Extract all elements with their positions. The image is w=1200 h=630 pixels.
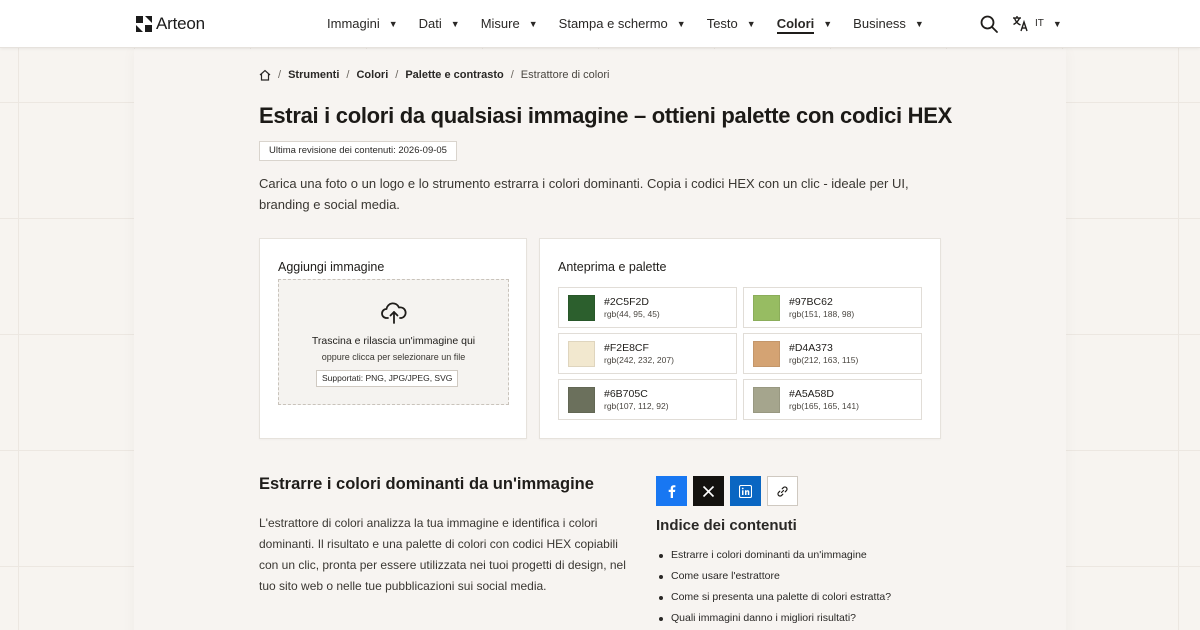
copy-link-button[interactable] [767, 476, 798, 506]
breadcrumb-current: Estrattore di colori [520, 69, 610, 81]
color-swatch[interactable]: #6B705C rgb(107, 112, 92) [558, 379, 737, 420]
color-swatch[interactable]: #D4A373 rgb(212, 163, 115) [743, 333, 922, 374]
image-dropzone[interactable]: Trascina e rilascia un'immagine qui oppu… [278, 279, 509, 405]
logo-text: Arteon [156, 14, 205, 33]
caret-down-icon: ▼ [528, 18, 538, 29]
swatch-rgb: rgb(242, 232, 207) [604, 355, 674, 365]
preview-card: Anteprima e palette #2C5F2D rgb(44, 95, … [539, 238, 941, 439]
link-icon [777, 485, 788, 497]
home-icon[interactable] [259, 69, 271, 81]
nav-label: Stampa e schermo [558, 16, 668, 31]
share-bar [656, 476, 798, 506]
revision-badge: Ultima revisione dei contenuti: 2026-09-… [259, 141, 457, 161]
nav-label: Misure [480, 16, 520, 31]
supported-formats-badge: Supportati: PNG, JPG/JPEG, SVG [316, 370, 459, 387]
language-selector[interactable]: IT ▼ [1012, 15, 1062, 32]
preview-card-title: Anteprima e palette [558, 260, 667, 274]
color-chip [568, 295, 595, 321]
logo[interactable]: Arteon [136, 14, 205, 34]
nav-item-misure[interactable]: Misure ▼ [481, 16, 538, 31]
color-chip [753, 295, 780, 321]
swatch-hex: #D4A373 [789, 342, 833, 354]
breadcrumb-link-palette[interactable]: Palette e contrasto [405, 69, 503, 81]
swatch-rgb: rgb(44, 95, 45) [604, 309, 660, 319]
search-button[interactable] [979, 14, 999, 34]
swatch-rgb: rgb(151, 188, 98) [789, 309, 855, 319]
caret-down-icon: ▼ [450, 18, 460, 29]
nav-label: Testo [706, 16, 738, 31]
caret-down-icon: ▼ [823, 18, 833, 29]
toc-item[interactable]: Quali immagini danno i migliori risultat… [656, 608, 891, 629]
toc-item[interactable]: Come si presenta una palette di colori e… [656, 587, 891, 608]
dropzone-instructions: Trascina e rilascia un'immagine qui [311, 335, 476, 347]
nav-label: Business [853, 16, 906, 31]
toc-item[interactable]: Estrarre i colori dominanti da un'immagi… [656, 545, 891, 566]
caret-down-icon: ▼ [914, 18, 924, 29]
breadcrumb-separator: / [278, 69, 282, 81]
section-heading: Estrarre i colori dominanti da un'immagi… [259, 475, 594, 493]
nav-item-colori[interactable]: Colori ▼ [776, 16, 833, 34]
swatch-rgb: rgb(107, 112, 92) [604, 401, 669, 411]
breadcrumb-separator: / [395, 69, 399, 81]
site-header: Arteon Immagini ▼ Dati ▼ Misure ▼ Stampa e … [0, 0, 1200, 48]
nav-item-stampa-schermo[interactable]: Stampa e schermo ▼ [559, 16, 686, 31]
swatch-hex: #6B705C [604, 388, 648, 400]
breadcrumb-separator: / [510, 69, 514, 81]
intro-text: Carica una foto o un logo e lo strumento… [259, 176, 909, 212]
nav-item-immagini[interactable]: Immagini ▼ [327, 16, 398, 31]
language-code: IT [1035, 18, 1044, 29]
swatch-hex: #F2E8CF [604, 342, 649, 354]
dropzone-click-hint: oppure clicca per selezionare un file [321, 352, 466, 362]
breadcrumb-separator: / [346, 69, 350, 81]
swatch-hex: #A5A58D [789, 388, 834, 400]
facebook-icon [668, 485, 675, 498]
color-chip [568, 387, 595, 413]
color-swatch[interactable]: #2C5F2D rgb(44, 95, 45) [558, 287, 737, 328]
page-title: Estrai i colori da qualsiasi immagine – … [259, 103, 952, 128]
color-chip [753, 341, 780, 367]
x-icon [702, 485, 715, 497]
share-facebook-button[interactable] [656, 476, 687, 506]
nav-item-testo[interactable]: Testo ▼ [707, 16, 756, 31]
swatch-hex: #97BC62 [789, 296, 833, 308]
swatch-hex: #2C5F2D [604, 296, 649, 308]
caret-down-icon: ▼ [676, 18, 686, 29]
toc-list: Estrarre i colori dominanti da un'immagi… [656, 545, 891, 629]
search-icon [980, 15, 998, 33]
toc-item[interactable]: Come usare l'estrattore [656, 566, 891, 587]
nav-item-dati[interactable]: Dati ▼ [419, 16, 460, 31]
color-chip [753, 387, 780, 413]
color-swatch[interactable]: #97BC62 rgb(151, 188, 98) [743, 287, 922, 328]
nav-label: Immagini [327, 16, 380, 31]
cloud-upload-icon [381, 302, 407, 324]
section-body: L'estrattore di colori analizza la tua i… [259, 516, 626, 593]
color-swatch[interactable]: #A5A58D rgb(165, 165, 141) [743, 379, 922, 420]
toc-title: Indice dei contenuti [656, 517, 797, 534]
swatch-rgb: rgb(165, 165, 141) [789, 401, 859, 411]
upload-card: Aggiungi immagine Trascina e rilascia un… [259, 238, 527, 439]
caret-down-icon: ▼ [1052, 18, 1062, 29]
color-swatch[interactable]: #F2E8CF rgb(242, 232, 207) [558, 333, 737, 374]
main-nav: Immagini ▼ Dati ▼ Misure ▼ Stampa e schermo… [327, 16, 945, 34]
nav-item-business[interactable]: Business ▼ [853, 16, 924, 31]
breadcrumb: / Strumenti / Colori / Palette e contras… [259, 69, 609, 81]
share-x-button[interactable] [693, 476, 724, 506]
nav-label: Dati [418, 16, 442, 31]
caret-down-icon: ▼ [388, 18, 398, 29]
breadcrumb-link-colori[interactable]: Colori [356, 69, 388, 81]
nav-label: Colori [776, 16, 815, 34]
share-linkedin-button[interactable] [730, 476, 761, 506]
caret-down-icon: ▼ [746, 18, 756, 29]
arteon-logo-icon [136, 16, 152, 32]
translate-icon [1013, 16, 1028, 32]
swatch-rgb: rgb(212, 163, 115) [789, 355, 859, 365]
breadcrumb-link-strumenti[interactable]: Strumenti [288, 69, 339, 81]
upload-card-title: Aggiungi immagine [278, 260, 385, 274]
color-chip [568, 341, 595, 367]
linkedin-icon [739, 484, 752, 498]
